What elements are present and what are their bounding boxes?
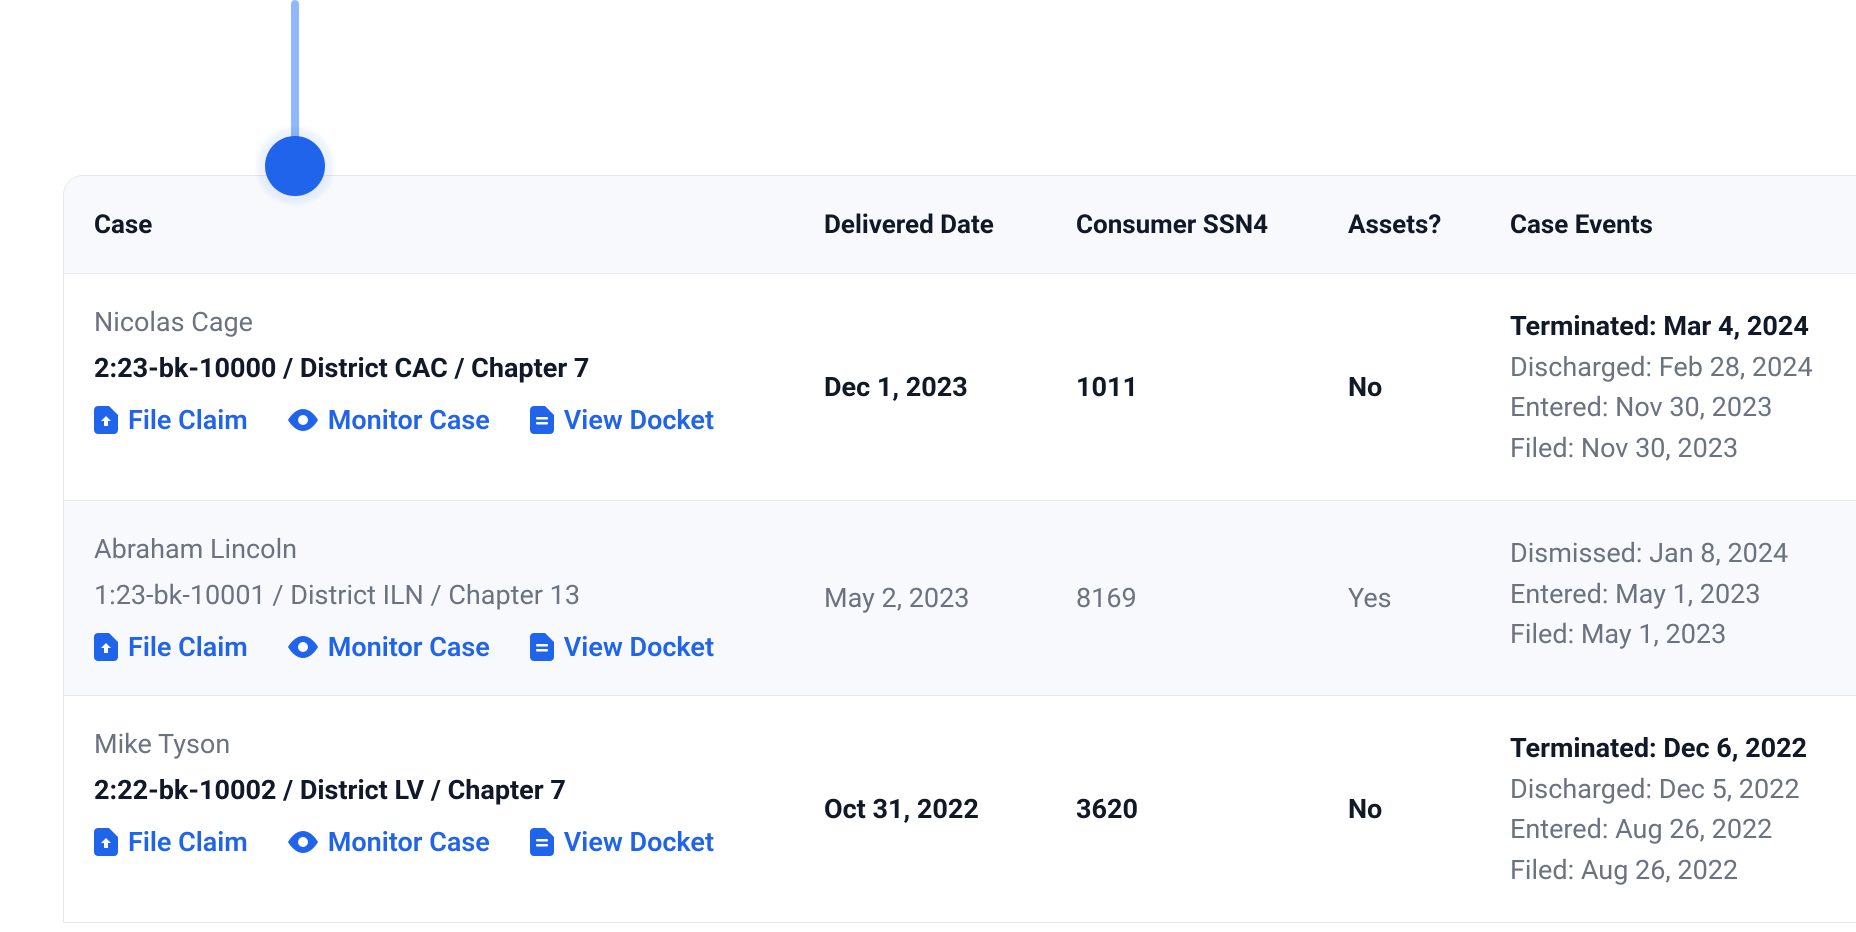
eye-icon [288,636,318,658]
file-claim-button[interactable]: File Claim [94,826,248,858]
consumer-name: Nicolas Cage [94,306,824,338]
cell-case-events: Terminated: Mar 4, 2024Discharged: Feb 2… [1510,306,1826,468]
case-actions: File Claim Monitor Case View Docket [94,404,824,436]
case-event: Entered: May 1, 2023 [1510,574,1826,615]
column-header-delivered[interactable]: Delivered Date [824,210,1076,240]
upload-file-icon [94,828,118,856]
case-event: Discharged: Feb 28, 2024 [1510,347,1826,388]
cell-case: Nicolas Cage 2:23-bk-10000 / District CAC… [94,306,824,468]
cell-ssn4: 3620 [1076,728,1348,890]
cell-assets: No [1348,306,1510,468]
file-claim-button[interactable]: File Claim [94,631,248,663]
case-event: Discharged: Dec 5, 2022 [1510,769,1826,810]
view-docket-button[interactable]: View Docket [530,826,714,858]
table-row: Mike Tyson 2:22-bk-10002 / District LV / … [64,696,1856,923]
case-event: Terminated: Dec 6, 2022 [1510,728,1826,769]
case-table: Case Delivered Date Consumer SSN4 Assets… [63,175,1856,923]
upload-file-icon [94,406,118,434]
cell-ssn4: 1011 [1076,306,1348,468]
action-label: File Claim [128,631,248,663]
cell-case: Mike Tyson 2:22-bk-10002 / District LV / … [94,728,824,890]
cell-case-events: Terminated: Dec 6, 2022Discharged: Dec 5… [1510,728,1826,890]
pointer-dot-icon [265,136,325,196]
case-event: Filed: May 1, 2023 [1510,614,1826,655]
action-label: View Docket [564,826,714,858]
action-label: File Claim [128,404,248,436]
cell-assets: Yes [1348,533,1510,663]
case-event: Terminated: Mar 4, 2024 [1510,306,1826,347]
cell-assets: No [1348,728,1510,890]
case-actions: File Claim Monitor Case View Docket [94,631,824,663]
upload-file-icon [94,633,118,661]
case-event: Filed: Aug 26, 2022 [1510,850,1826,891]
document-icon [530,633,554,661]
monitor-case-button[interactable]: Monitor Case [288,631,490,663]
table-row: Abraham Lincoln 1:23-bk-10001 / District … [64,501,1856,696]
consumer-name: Abraham Lincoln [94,533,824,565]
case-id: 2:22-bk-10002 / District LV / Chapter 7 [94,774,824,806]
column-header-ssn4[interactable]: Consumer SSN4 [1076,210,1348,240]
monitor-case-button[interactable]: Monitor Case [288,826,490,858]
case-event: Filed: Nov 30, 2023 [1510,428,1826,469]
case-event: Dismissed: Jan 8, 2024 [1510,533,1826,574]
cell-ssn4: 8169 [1076,533,1348,663]
view-docket-button[interactable]: View Docket [530,631,714,663]
cell-case: Abraham Lincoln 1:23-bk-10001 / District … [94,533,824,663]
consumer-name: Mike Tyson [94,728,824,760]
column-header-events[interactable]: Case Events [1510,210,1826,240]
document-icon [530,828,554,856]
case-event: Entered: Aug 26, 2022 [1510,809,1826,850]
action-label: File Claim [128,826,248,858]
action-label: View Docket [564,404,714,436]
column-header-assets[interactable]: Assets? [1348,210,1510,240]
table-row: Nicolas Cage 2:23-bk-10000 / District CAC… [64,274,1856,501]
cell-delivered-date: Oct 31, 2022 [824,728,1076,890]
action-label: View Docket [564,631,714,663]
table-header-row: Case Delivered Date Consumer SSN4 Assets… [64,176,1856,274]
cell-delivered-date: May 2, 2023 [824,533,1076,663]
column-header-case[interactable]: Case [94,210,824,240]
case-event: Entered: Nov 30, 2023 [1510,387,1826,428]
action-label: Monitor Case [328,631,490,663]
document-icon [530,406,554,434]
file-claim-button[interactable]: File Claim [94,404,248,436]
case-actions: File Claim Monitor Case View Docket [94,826,824,858]
pointer-line [291,0,299,144]
case-id: 2:23-bk-10000 / District CAC / Chapter 7 [94,352,824,384]
case-id: 1:23-bk-10001 / District ILN / Chapter 1… [94,579,824,611]
eye-icon [288,831,318,853]
monitor-case-button[interactable]: Monitor Case [288,404,490,436]
cell-case-events: Dismissed: Jan 8, 2024Entered: May 1, 20… [1510,533,1826,663]
cell-delivered-date: Dec 1, 2023 [824,306,1076,468]
eye-icon [288,409,318,431]
view-docket-button[interactable]: View Docket [530,404,714,436]
action-label: Monitor Case [328,826,490,858]
action-label: Monitor Case [328,404,490,436]
